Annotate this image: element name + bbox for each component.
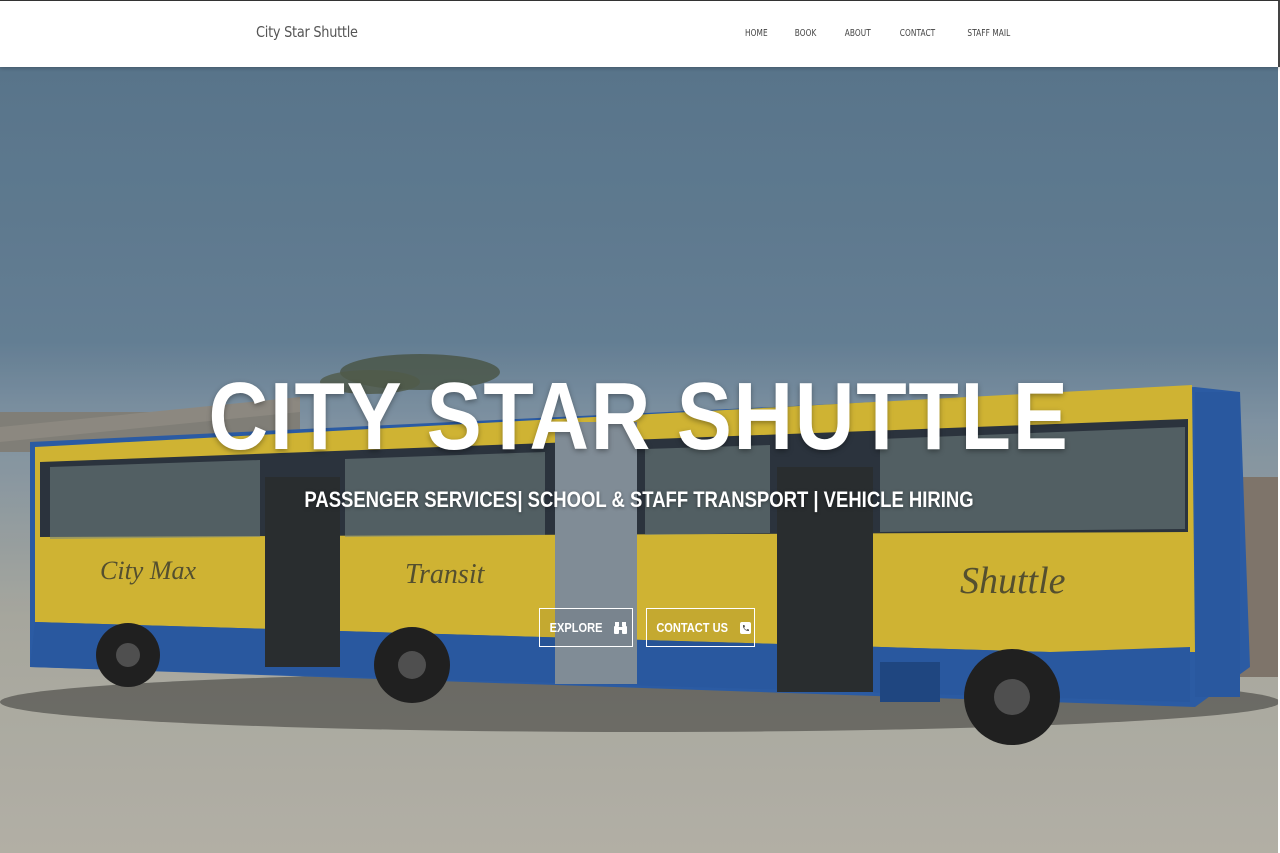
phone-icon	[740, 621, 752, 634]
main-nav: HOME BOOK ABOUT CONTACT STAFF MAIL	[718, 28, 1010, 39]
nav-book[interactable]: BOOK	[795, 28, 817, 39]
explore-button-label: EXPLORE	[550, 620, 603, 635]
nav-staff-mail[interactable]: STAFF MAIL	[967, 28, 1010, 39]
brand-link[interactable]: City Star Shuttle	[256, 23, 358, 41]
contact-us-button[interactable]: CONTACT US	[646, 608, 755, 647]
nav-home[interactable]: HOME	[745, 28, 768, 39]
hero-section: City Max Transit Shuttle CITY STAR SHUTT…	[0, 67, 1278, 853]
hero-title: CITY STAR SHUTTLE	[208, 363, 1070, 470]
hero-subtitle: PASSENGER SERVICES| SCHOOL & STAFF TRANS…	[304, 487, 974, 512]
nav-contact[interactable]: CONTACT	[900, 28, 935, 39]
nav-about[interactable]: ABOUT	[844, 28, 870, 39]
top-navbar: City Star Shuttle HOME BOOK ABOUT CONTAC…	[0, 0, 1280, 67]
binoculars-icon	[613, 621, 627, 634]
contact-us-button-label: CONTACT US	[656, 620, 728, 635]
explore-button[interactable]: EXPLORE	[539, 608, 633, 647]
